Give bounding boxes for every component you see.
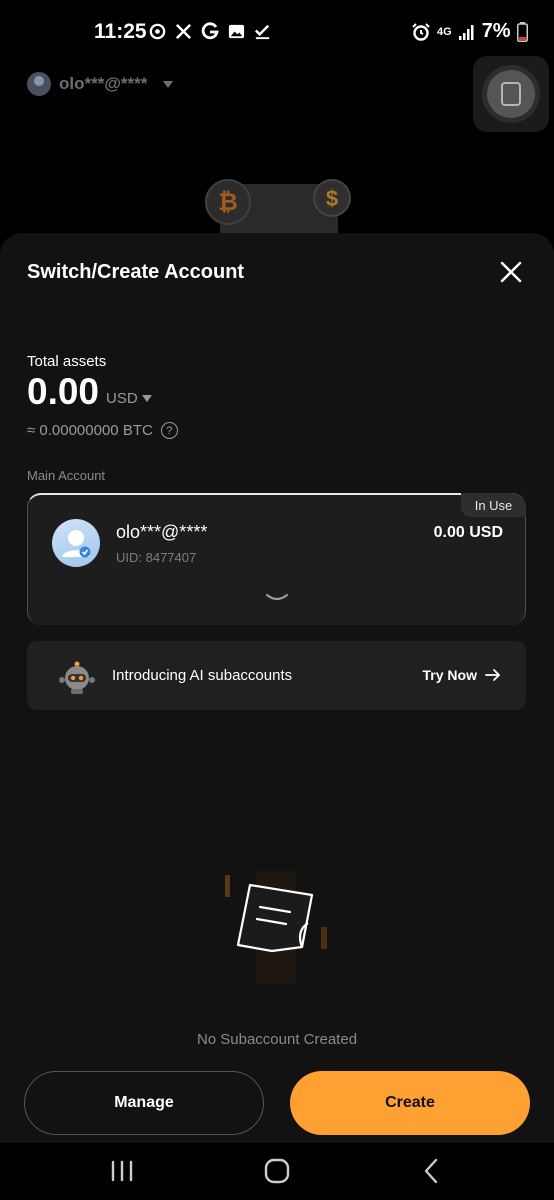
try-now-label: Try Now xyxy=(422,667,477,683)
network-type: 4G xyxy=(437,25,452,38)
svg-text:₿: ₿ xyxy=(218,189,238,216)
home-icon[interactable] xyxy=(259,1155,295,1187)
user-label: olo***@**** xyxy=(59,74,148,93)
avatar xyxy=(27,72,51,96)
recent-apps-icon[interactable] xyxy=(104,1155,140,1187)
close-icon[interactable] xyxy=(496,257,526,287)
sheet-title: Switch/Create Account xyxy=(27,261,245,283)
account-balance: 0.00 USD xyxy=(433,524,503,541)
total-assets-value: 0.00 xyxy=(27,371,100,412)
checkmark-icon xyxy=(254,24,270,39)
ai-subaccounts-banner[interactable]: Introducing AI subaccounts Try Now xyxy=(27,641,526,710)
main-account-card[interactable]: In Use olo***@**** UID: 8477407 0.00 USD xyxy=(27,493,526,625)
svg-text:$: $ xyxy=(326,186,338,211)
empty-state-text: No Subaccount Created xyxy=(196,1031,358,1048)
user-avatar-icon xyxy=(62,530,91,558)
back-icon[interactable] xyxy=(414,1155,450,1187)
caret-down-icon xyxy=(163,80,174,88)
system-icons: 4G 7% xyxy=(411,20,528,43)
currency-label: USD xyxy=(106,390,138,407)
system-nav-bar xyxy=(0,1143,554,1200)
help-icon[interactable]: ? xyxy=(160,422,178,439)
alarm-icon xyxy=(412,22,430,41)
manage-button[interactable]: Manage xyxy=(24,1071,264,1135)
sync-icon xyxy=(149,23,166,39)
robot-icon xyxy=(59,661,95,694)
btc-equivalent: ≈ 0.00000000 BTC xyxy=(27,422,153,439)
switch-account-sheet: Switch/Create Account Total assets 0.00 … xyxy=(0,233,554,1143)
account-switcher[interactable]: olo***@**** xyxy=(27,72,174,96)
battery-percent: 7% xyxy=(481,20,511,42)
floating-action-button[interactable] xyxy=(473,56,549,132)
total-assets-label: Total assets xyxy=(27,353,107,370)
main-account-label: Main Account xyxy=(27,468,106,483)
wallet-illustration: ₿ $ xyxy=(205,179,351,236)
in-use-badge: In Use xyxy=(461,493,526,517)
avatar xyxy=(52,519,100,567)
currency-selector[interactable]: USD xyxy=(106,390,152,407)
status-bar: 11:25 4G 7% xyxy=(0,0,554,64)
chevron-down-icon[interactable] xyxy=(265,591,289,605)
empty-document-illustration xyxy=(225,871,327,984)
btc-equivalent-row: ≈ 0.00000000 BTC ? xyxy=(27,422,178,439)
gallery-icon xyxy=(228,24,245,38)
x-icon xyxy=(175,23,192,39)
account-uid: UID: 8477407 xyxy=(116,550,197,565)
signal-icon xyxy=(458,24,474,40)
caret-down-icon xyxy=(141,395,152,402)
account-name: olo***@**** xyxy=(116,522,208,542)
try-now-link[interactable]: Try Now xyxy=(423,667,501,683)
status-time: 11:25 xyxy=(94,20,147,43)
ai-banner-text: Introducing AI subaccounts xyxy=(112,667,293,684)
create-button[interactable]: Create xyxy=(290,1071,530,1135)
notification-icons xyxy=(148,21,272,41)
battery-icon xyxy=(516,21,528,42)
google-icon xyxy=(201,22,219,40)
floating-bubble-icon xyxy=(487,70,535,118)
arrow-right-icon xyxy=(485,669,501,681)
